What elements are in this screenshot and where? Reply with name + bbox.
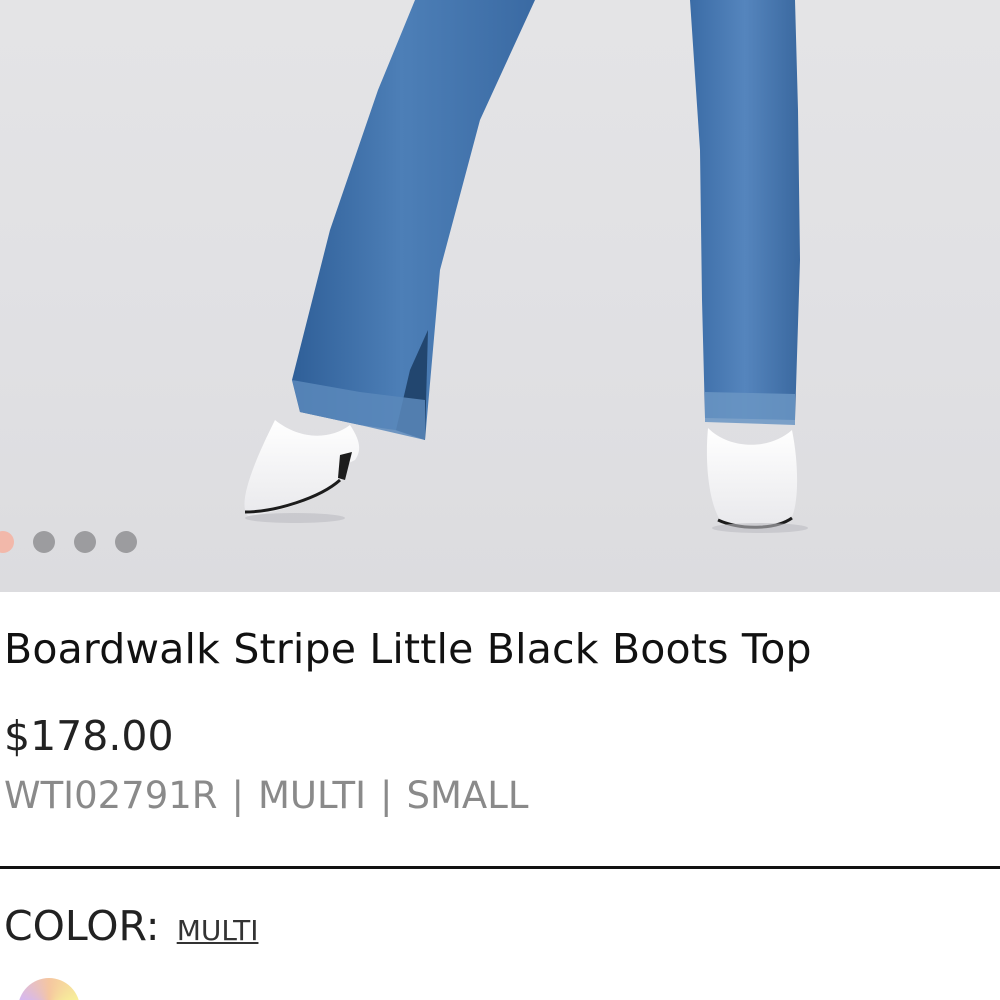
product-page: Boardwalk Stripe Little Black Boots Top … (0, 0, 1000, 1000)
product-title: Boardwalk Stripe Little Black Boots Top (4, 625, 812, 673)
product-sku: WTI02791R (4, 774, 218, 817)
product-color-code: MULTI (257, 774, 367, 817)
carousel-dot[interactable] (115, 531, 137, 553)
product-photo (244, 0, 808, 533)
product-image[interactable] (0, 0, 1000, 592)
image-carousel-dots (0, 531, 137, 553)
color-value-link[interactable]: MULTI (177, 914, 259, 947)
product-size: SMALL (406, 774, 529, 817)
color-selector: COLOR: MULTI (4, 902, 258, 950)
carousel-dot[interactable] (33, 531, 55, 553)
product-meta: WTI02791R | MULTI | SMALL (4, 774, 528, 817)
product-price: $178.00 (4, 712, 174, 760)
carousel-dot[interactable] (0, 531, 14, 553)
color-swatch-multi[interactable] (18, 978, 80, 1000)
color-label: COLOR: (4, 902, 160, 950)
meta-separator: | (231, 774, 244, 817)
section-divider (0, 866, 1000, 869)
carousel-dot[interactable] (74, 531, 96, 553)
meta-separator: | (380, 774, 393, 817)
